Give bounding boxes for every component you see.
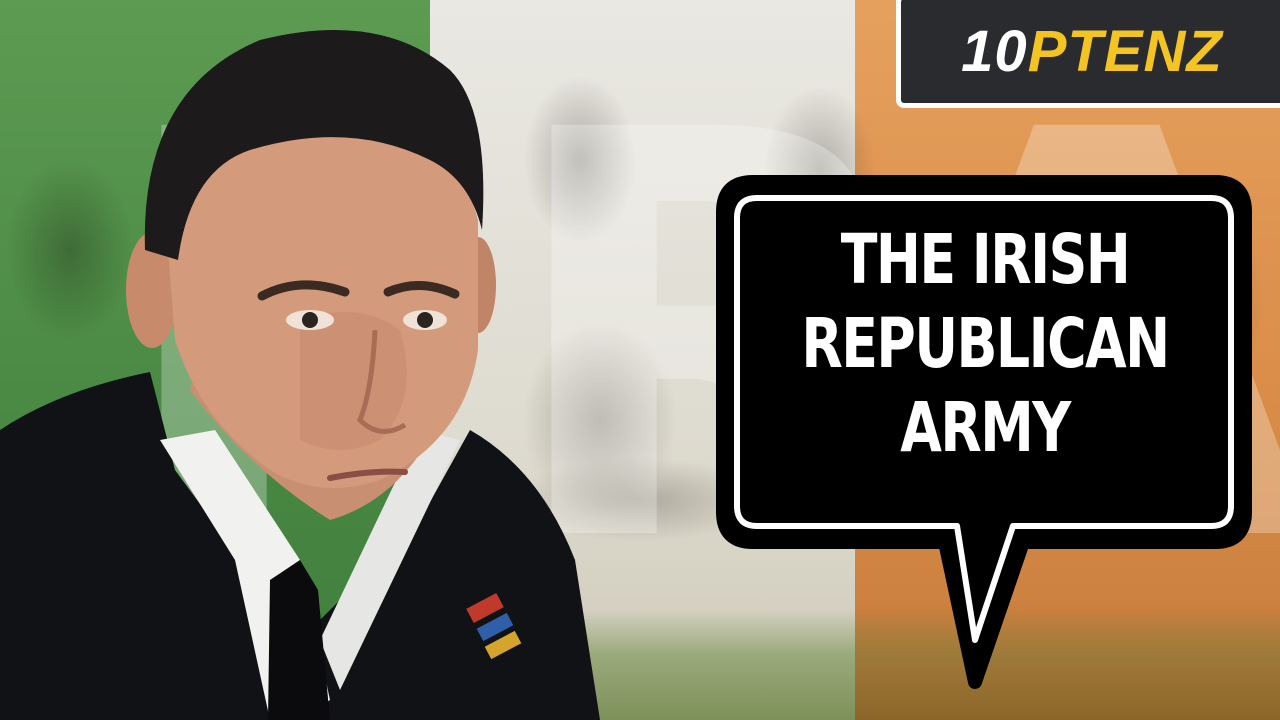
video-thumbnail: I R A — [0, 0, 1280, 720]
headline-text: THE IRISH REPUBLICAN ARMY — [794, 218, 1176, 470]
portrait-man-uniform — [0, 30, 600, 720]
logo-number: 10 — [961, 18, 1028, 84]
headline-line-1: THE IRISH — [840, 220, 1131, 300]
toptenz-logo: 10PTENZ — [896, 0, 1280, 108]
logo-wordmark: 10PTENZ — [961, 18, 1223, 85]
headline-line-2: REPUBLICAN — [801, 304, 1170, 384]
headline-line-3: ARMY — [900, 388, 1071, 468]
logo-word: PTENZ — [1027, 18, 1223, 84]
